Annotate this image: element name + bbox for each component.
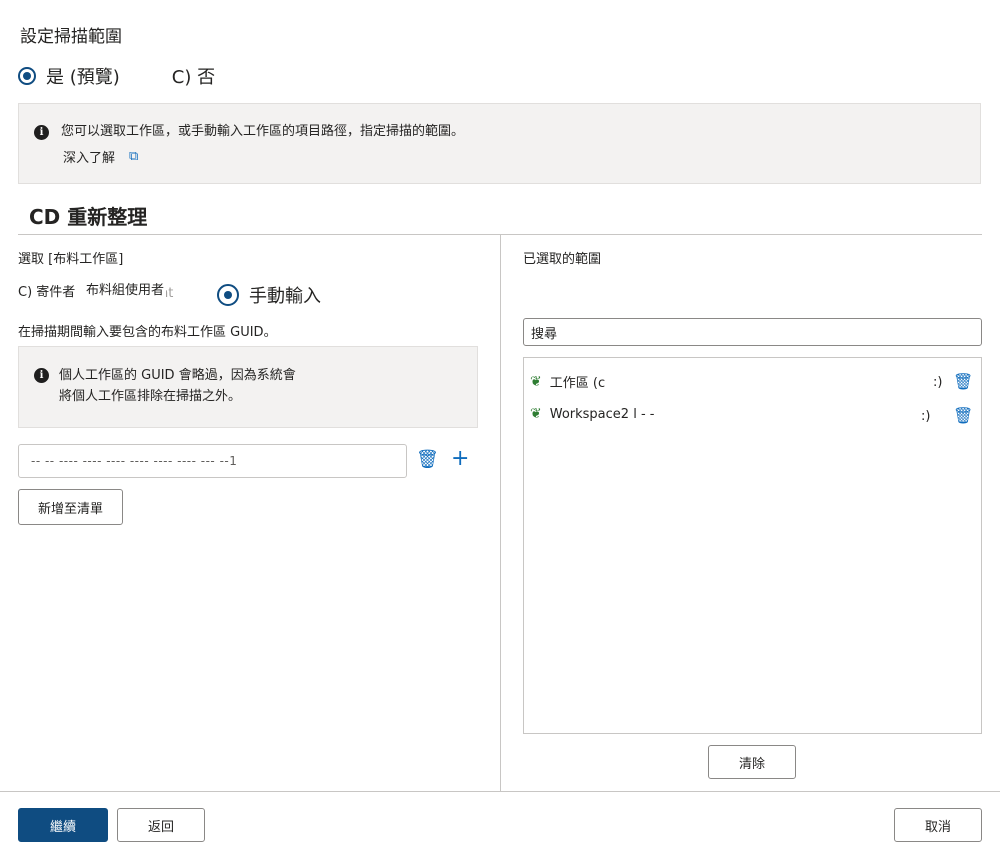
radio-yes[interactable]: [18, 67, 36, 85]
guid-instruction: 在掃描期間輸入要包含的布料工作區 GUID。: [18, 325, 277, 340]
list-item-suffix: :): [933, 375, 943, 390]
guid-input[interactable]: -- -- ---- ---- ---- ---- ---- ---- --- …: [18, 444, 407, 478]
info-icon: i: [34, 368, 49, 383]
list-item: ❦ Workspace2 l - -: [530, 406, 654, 422]
scope-title: 設定掃描範圍: [20, 27, 122, 47]
workspace-icon: ❦: [530, 406, 542, 422]
list-item: ❦ 工作區 (c: [530, 372, 606, 392]
source-option-tenant-value: 布料組使用者: [86, 279, 167, 298]
panel-divider: [500, 235, 501, 792]
info-banner-text: 您可以選取工作區，或手動輸入工作區的項目路徑，指定掃描的範圍。: [61, 124, 465, 139]
list-item-suffix: :): [921, 409, 931, 424]
clear-button[interactable]: 清除: [708, 745, 796, 779]
list-item-label: Workspace2 l - -: [549, 406, 655, 422]
note-line-2: 將個人工作區排除在掃描之外。: [59, 389, 242, 404]
note-line-1: 個人工作區的 GUID 會略過，因為系統會: [59, 368, 296, 383]
add-to-list-button[interactable]: 新增至清單: [18, 489, 123, 525]
list-item-label: 工作區 (c: [549, 376, 606, 391]
selected-scope-label: 已選取的範圍: [523, 252, 602, 267]
select-workspace-label: 選取 [布料工作區]: [18, 252, 124, 267]
info-icon: i: [34, 124, 49, 140]
workspace-icon: ❦: [530, 373, 542, 390]
plus-icon[interactable]: +: [451, 446, 469, 471]
trash-icon[interactable]: 🗑: [953, 406, 973, 425]
trash-icon[interactable]: 🗑: [416, 449, 439, 470]
radio-yes-label[interactable]: 是 (預覽): [46, 63, 120, 89]
personal-workspace-note: i 個人工作區的 GUID 會略過，因為系統會 將個人工作區排除在掃描之外。: [18, 346, 478, 428]
external-link-icon[interactable]: ⧉: [129, 149, 138, 164]
source-option-tenant[interactable]: C) 寄件者: [18, 281, 75, 300]
footer-divider: [0, 791, 1000, 792]
continue-button[interactable]: 繼續: [18, 808, 108, 842]
scope-radio-group: 是 (預覽) C) 否: [18, 63, 215, 89]
manual-entry-label[interactable]: 手動輸入: [249, 282, 321, 308]
info-banner: i 您可以選取工作區，或手動輸入工作區的項目路徑，指定掃描的範圍。 深入了解 ⧉: [18, 103, 981, 184]
selected-scope-list: ❦ 工作區 (c :) 🗑 ❦ Workspace2 l - - :) 🗑: [523, 357, 982, 734]
back-button[interactable]: 返回: [117, 808, 205, 842]
search-input[interactable]: 搜尋: [523, 318, 982, 346]
section-title: CD 重新整理: [29, 205, 148, 229]
radio-manual[interactable]: [217, 284, 239, 306]
trash-icon[interactable]: 🗑: [953, 372, 973, 391]
radio-no-label[interactable]: C) 否: [172, 63, 215, 89]
manual-entry-option[interactable]: 手動輸入: [217, 282, 321, 308]
learn-more-link[interactable]: 深入了解: [63, 147, 115, 166]
cancel-button[interactable]: 取消: [894, 808, 982, 842]
